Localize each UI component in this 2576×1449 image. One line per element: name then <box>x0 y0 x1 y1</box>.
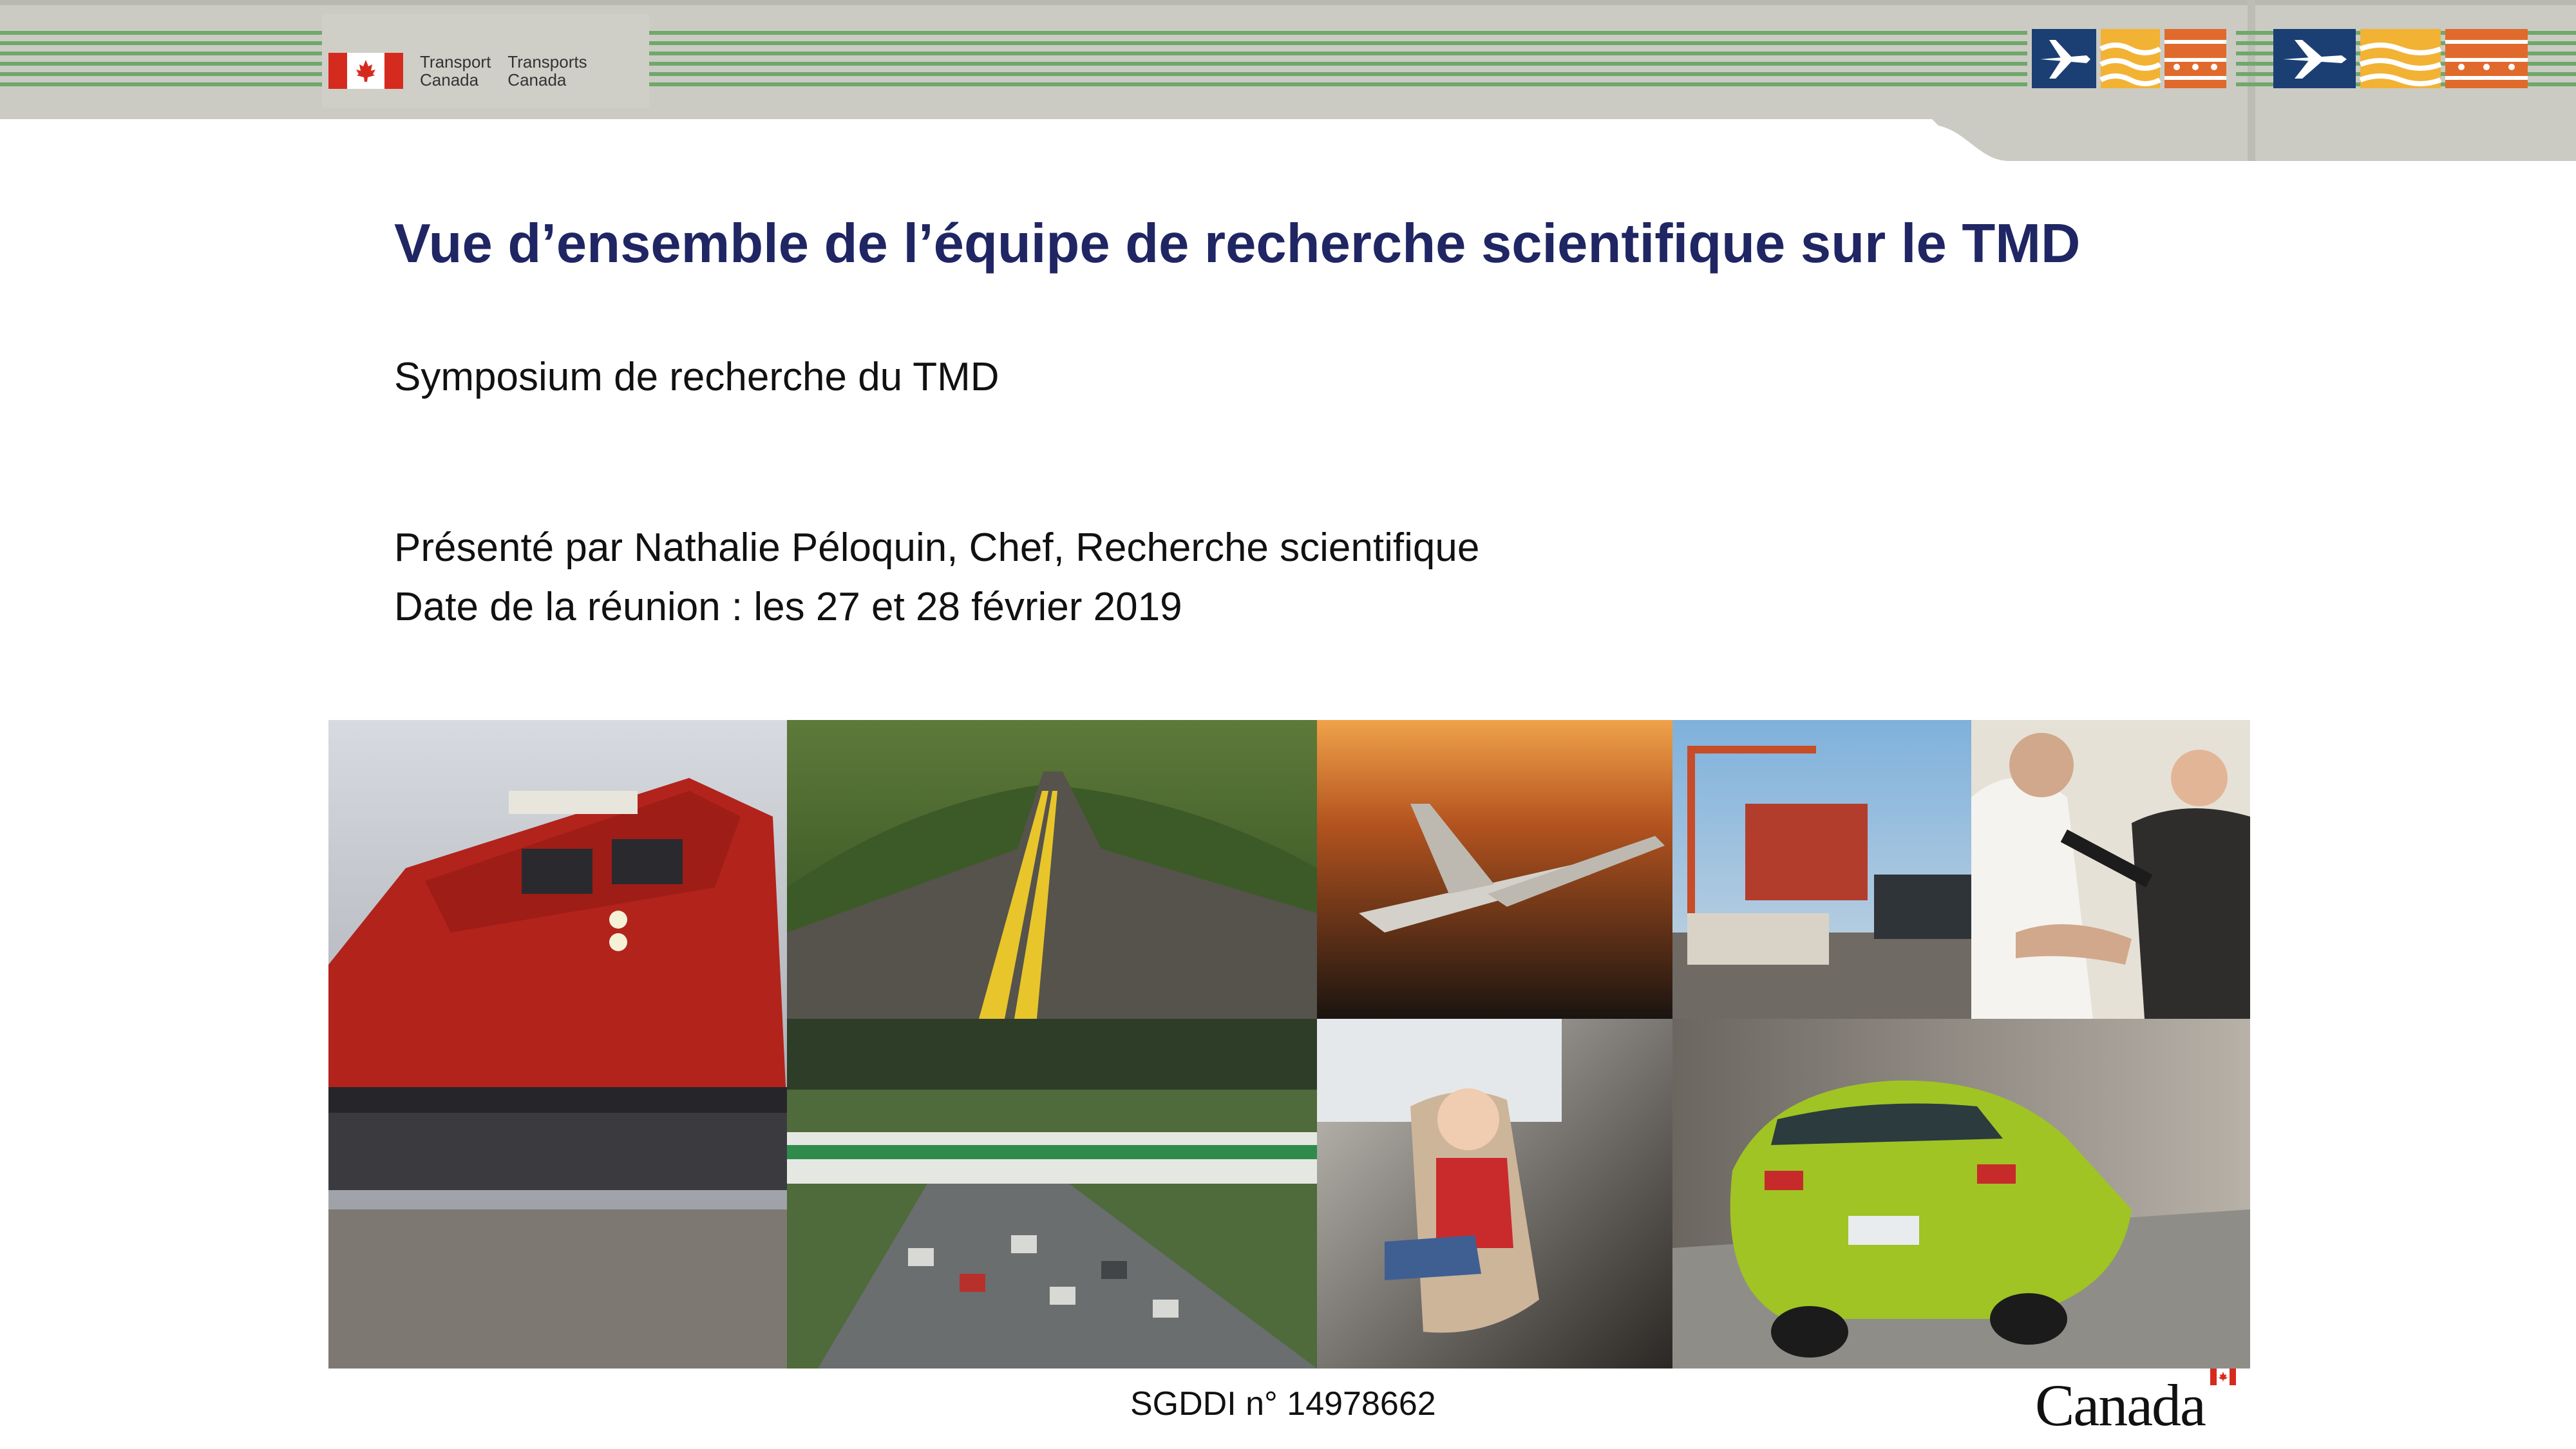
transport-photo-collage <box>328 720 2250 1368</box>
department-name-fr: Transports Canada <box>507 52 587 90</box>
presenter-line: Présenté par Nathalie Péloquin, Chef, Re… <box>394 526 1480 570</box>
train-photo <box>328 720 787 1368</box>
slide-subtitle: Symposium de recherche du TMD <box>394 355 999 399</box>
slide-title: Vue d’ensemble de l’équipe de recherche … <box>394 213 2081 274</box>
canada-wordmark: Canada <box>2035 1368 2236 1438</box>
federal-identifier: Transport Canada Transports Canada <box>328 35 631 106</box>
security-screening-photo <box>1971 720 2250 1019</box>
rail-road-icon <box>2164 29 2226 88</box>
highway-photo <box>787 720 1317 1019</box>
rail-road-icon <box>2445 29 2528 88</box>
document-number: SGDDI n° 14978662 <box>1130 1385 1436 1423</box>
department-name-en: Transport Canada <box>420 52 491 90</box>
child-car-seat-photo <box>1317 1019 1672 1368</box>
commuter-train-traffic-photo <box>787 1019 1317 1368</box>
air-icon <box>2032 29 2096 88</box>
container-port-photo <box>1672 720 1971 1019</box>
canada-flag-icon <box>328 53 403 89</box>
green-car-photo <box>1672 1019 2250 1368</box>
marine-icon <box>2359 29 2442 88</box>
meeting-date-line: Date de la réunion : les 27 et 28 févrie… <box>394 585 1182 629</box>
jet-photo <box>1317 720 1672 1019</box>
wordmark-flag-icon <box>2210 1368 2236 1385</box>
air-icon <box>2273 29 2356 88</box>
marine-icon <box>2099 29 2161 88</box>
